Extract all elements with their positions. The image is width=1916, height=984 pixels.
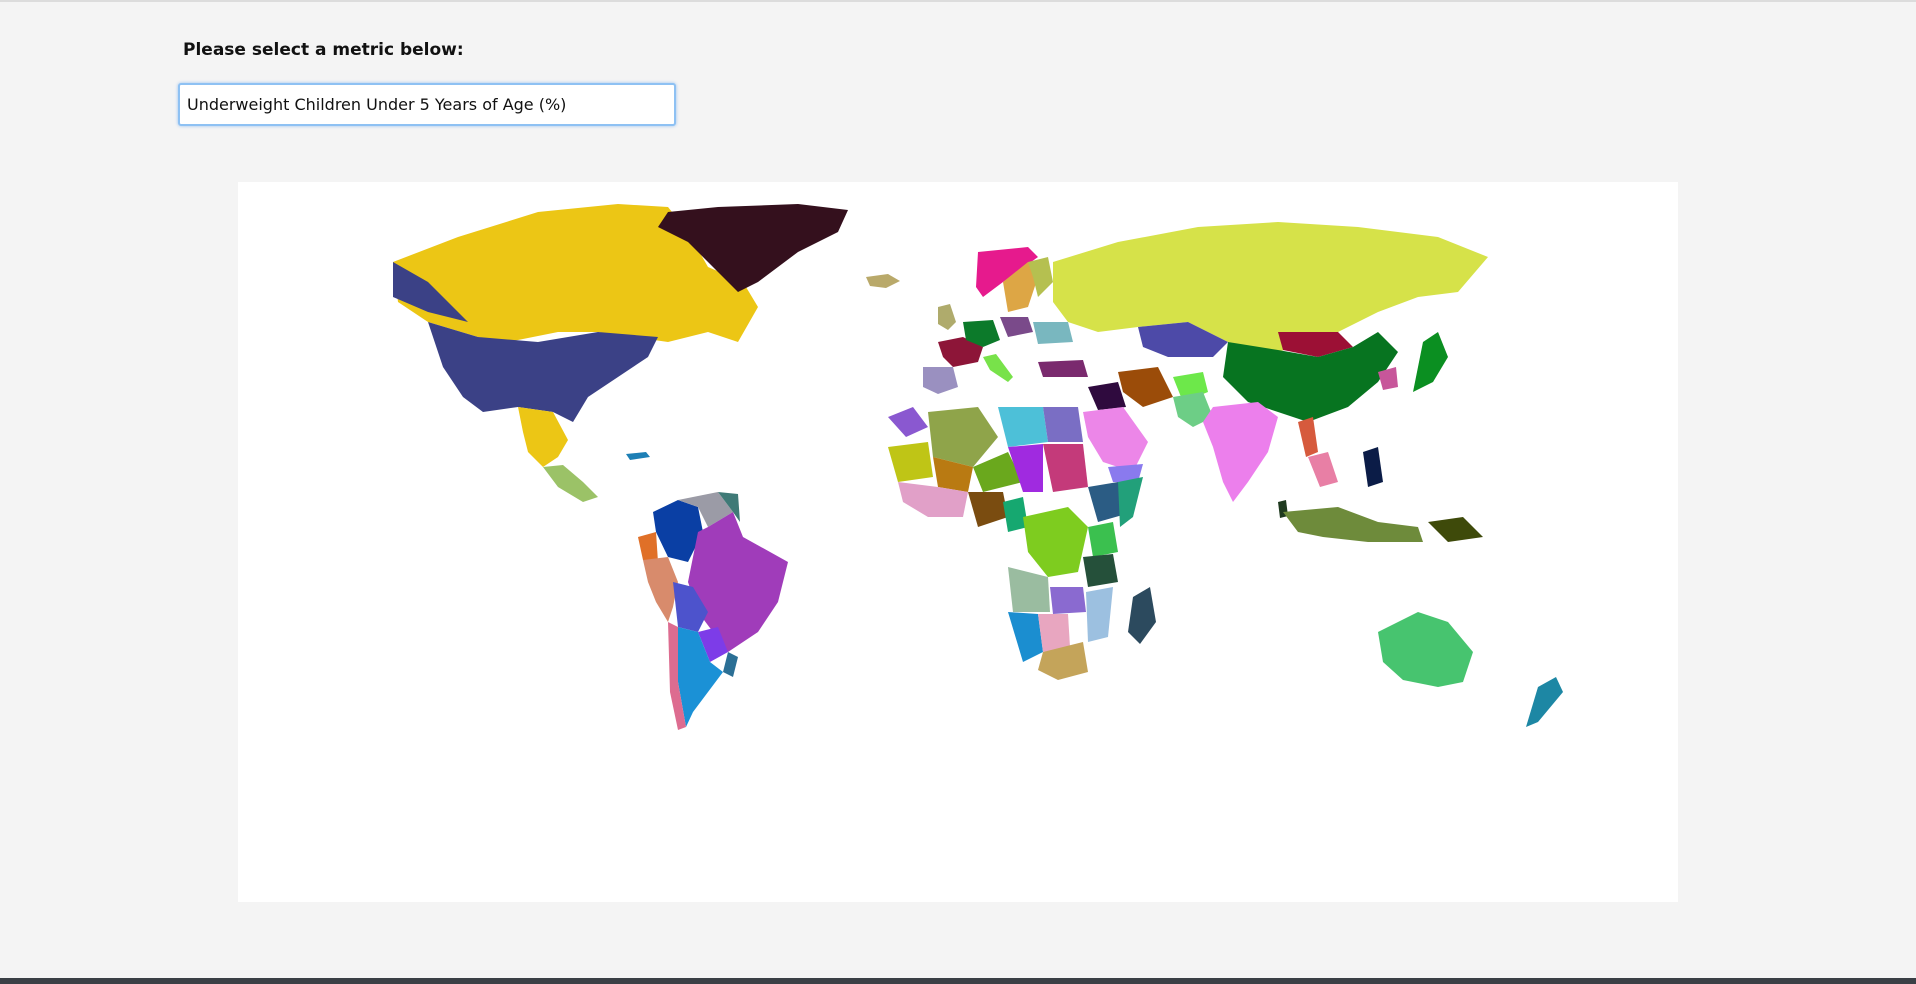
region-central-america[interactable]: [543, 465, 598, 502]
region-egypt[interactable]: [1043, 407, 1083, 442]
region-sudan[interactable]: [1043, 444, 1088, 492]
region-japan[interactable]: [1413, 332, 1448, 392]
region-india[interactable]: [1203, 402, 1278, 502]
region-indonesia[interactable]: [1283, 507, 1423, 542]
region-usa[interactable]: [428, 322, 658, 422]
world-map-panel: [238, 182, 1678, 902]
region-iraq[interactable]: [1088, 382, 1126, 410]
region-new-zealand[interactable]: [1526, 677, 1563, 727]
region-thailand[interactable]: [1308, 452, 1338, 487]
region-spain[interactable]: [923, 367, 958, 394]
region-ukraine[interactable]: [1033, 322, 1073, 344]
metric-prompt-label: Please select a metric below:: [183, 40, 464, 60]
region-italy[interactable]: [983, 354, 1013, 382]
region-kenya[interactable]: [1088, 522, 1118, 557]
region-saudi-arabia[interactable]: [1083, 407, 1148, 472]
region-nigeria[interactable]: [968, 492, 1008, 527]
region-ecuador[interactable]: [638, 532, 658, 562]
region-papua-new-guinea[interactable]: [1428, 517, 1483, 542]
region-cameroon[interactable]: [1003, 497, 1028, 532]
region-madagascar[interactable]: [1128, 587, 1156, 644]
region-mexico[interactable]: [518, 407, 568, 467]
region-algeria[interactable]: [928, 407, 998, 467]
region-botswana[interactable]: [1038, 614, 1070, 652]
region-peru[interactable]: [643, 557, 678, 622]
region-namibia[interactable]: [1008, 612, 1043, 662]
region-australia[interactable]: [1378, 612, 1473, 687]
region-angola[interactable]: [1008, 567, 1050, 612]
region-morocco[interactable]: [888, 407, 928, 437]
region-iran[interactable]: [1118, 367, 1173, 407]
region-drc[interactable]: [1023, 507, 1088, 577]
region-iceland[interactable]: [866, 274, 900, 288]
region-somalia[interactable]: [1118, 477, 1143, 527]
region-cuba[interactable]: [626, 452, 650, 460]
region-zambia[interactable]: [1050, 587, 1086, 614]
top-border: [0, 0, 1916, 2]
region-turkey[interactable]: [1038, 360, 1088, 377]
region-uruguay[interactable]: [723, 652, 738, 677]
region-myanmar[interactable]: [1298, 417, 1318, 457]
region-mauritania[interactable]: [888, 442, 933, 482]
region-tanzania[interactable]: [1083, 554, 1118, 587]
region-poland[interactable]: [1000, 317, 1033, 337]
world-map: [393, 204, 1563, 730]
region-mozambique[interactable]: [1086, 587, 1113, 642]
bottom-border: [0, 978, 1916, 984]
region-libya[interactable]: [998, 407, 1048, 447]
region-russia[interactable]: [1053, 222, 1488, 352]
metric-dropdown[interactable]: Underweight Children Under 5 Years of Ag…: [178, 83, 676, 126]
region-uk[interactable]: [938, 304, 956, 330]
region-philippines[interactable]: [1363, 447, 1383, 487]
